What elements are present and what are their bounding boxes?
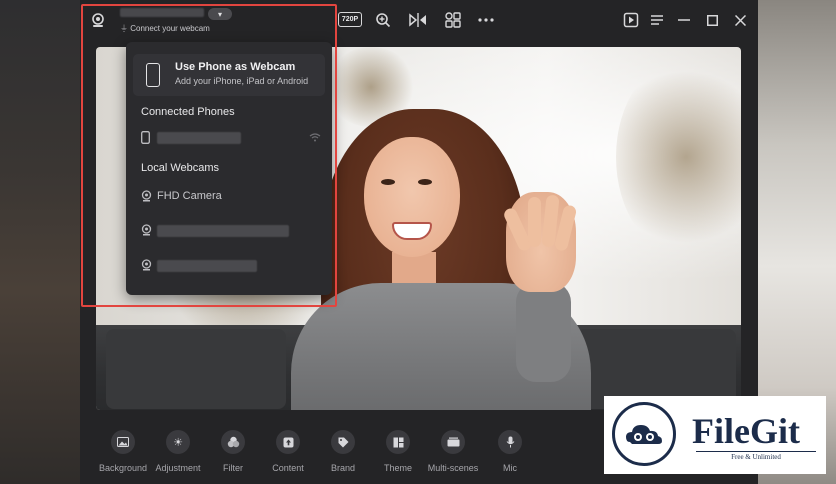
grid-layout-icon[interactable] <box>443 10 463 30</box>
microphone-icon <box>498 430 522 454</box>
annotation-highlight-box <box>81 4 337 307</box>
filegit-tagline: Free & Unlimited <box>731 453 781 461</box>
layers-icon <box>441 430 465 454</box>
mirror-flip-icon[interactable] <box>408 10 428 30</box>
zoom-in-icon[interactable] <box>373 10 393 30</box>
sofa-cushion-left <box>106 329 286 409</box>
tag-icon <box>331 430 355 454</box>
filegit-divider <box>696 451 816 452</box>
person-eye-left <box>381 179 395 185</box>
person-eye-right <box>418 179 432 185</box>
filegit-wordmark: FileGit <box>692 411 800 451</box>
sun-icon: ☀ <box>166 430 190 454</box>
more-options-icon[interactable] <box>476 10 496 30</box>
close-icon[interactable] <box>730 10 750 30</box>
person-arm <box>516 282 571 382</box>
filegit-logo-icon <box>612 402 676 466</box>
filegit-watermark: FileGit Free & Unlimited <box>604 396 826 474</box>
preview-play-icon[interactable] <box>621 10 641 30</box>
finger-2 <box>528 197 541 247</box>
filter-circles-icon <box>221 430 245 454</box>
menu-icon[interactable] <box>647 10 667 30</box>
layout-icon <box>386 430 410 454</box>
background-left-blur <box>0 0 80 484</box>
minimize-icon[interactable] <box>674 10 694 30</box>
image-icon <box>111 430 135 454</box>
resolution-badge[interactable]: 720P <box>338 12 362 27</box>
toolbar-label: Mic <box>503 463 517 473</box>
upload-box-icon <box>276 430 300 454</box>
maximize-icon[interactable] <box>702 10 722 30</box>
toolbar-mic-button[interactable]: Mic <box>475 430 545 473</box>
